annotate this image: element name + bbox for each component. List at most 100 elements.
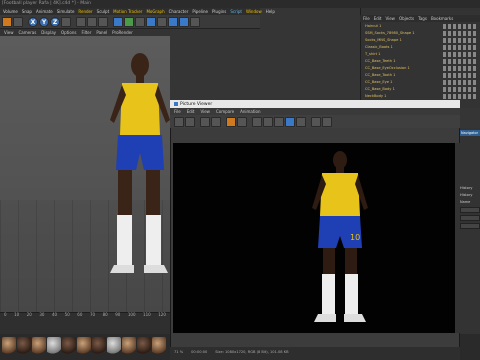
object-menu-file[interactable]: File [363,16,370,21]
menu-render[interactable]: Render [78,9,92,14]
object-row[interactable]: T_shirt 1 [365,52,480,57]
menu-simulate[interactable]: Simulate [57,9,75,14]
menu-mograph[interactable]: MoGraph [146,9,164,14]
object-tags[interactable] [443,59,478,64]
object-menu-tags[interactable]: Tags [418,16,427,21]
light-icon[interactable] [190,16,200,27]
object-row[interactable]: CC_Base_EyeOcclusion 1 [365,66,480,71]
viewport-menu-options[interactable]: Options [61,30,76,35]
menu-pipeline[interactable]: Pipeline [192,9,208,14]
object-menu-bookmarks[interactable]: Bookmarks [431,16,453,21]
move-tool-icon[interactable] [2,16,12,27]
viewport-menu-cameras[interactable]: Cameras [19,30,37,35]
render-settings-icon[interactable] [98,16,108,27]
menu-sculpt[interactable]: Sculpt [97,9,110,14]
stop-render-icon[interactable] [237,116,247,127]
render-icon[interactable] [226,116,236,127]
history-item[interactable] [460,215,480,221]
compare-b-icon[interactable] [296,116,306,127]
nurbs-icon[interactable] [135,16,145,27]
material-swatch[interactable] [107,337,121,355]
material-swatch[interactable] [137,337,151,355]
render-view-icon[interactable] [76,16,86,27]
object-tags[interactable] [443,87,478,92]
object-tags[interactable] [443,80,478,85]
object-tags[interactable] [443,45,478,50]
object-row[interactable]: SSM_Socks_78980_Shape 1 [365,31,480,36]
zoom-out-icon[interactable] [211,116,221,127]
object-menu-edit[interactable]: Edit [374,16,382,21]
viewer-menu-edit[interactable]: Edit [187,109,195,114]
material-swatch[interactable] [47,337,61,355]
object-tags[interactable] [443,73,478,78]
deformer-icon[interactable] [157,16,167,27]
viewer-menu-animation[interactable]: Animation [240,109,260,114]
object-row[interactable]: Haircut 1 [365,24,480,29]
object-row[interactable]: CC_Base_Teeth 1 [365,59,480,64]
y-axis-lock-icon[interactable]: Y [39,16,49,27]
material-swatch[interactable] [92,337,106,355]
viewport-player-model[interactable] [100,45,180,295]
viewer-menu-compare[interactable]: Compare [216,109,234,114]
filter-icon[interactable] [322,116,332,127]
object-row[interactable]: CC_Base_Eye 1 [365,80,480,85]
object-row[interactable]: Classic_Boots 1 [365,45,480,50]
z-axis-lock-icon[interactable]: Z [50,16,60,27]
menu-motion-tracker[interactable]: Motion Tracker [113,9,142,14]
material-swatch[interactable] [32,337,46,355]
timeline-ruler[interactable]: 0 10 20 30 40 50 60 70 80 90 100 110 120 [0,312,170,318]
x-axis-lock-icon[interactable]: X [28,16,38,27]
object-menu-objects[interactable]: Objects [399,16,414,21]
material-swatch[interactable] [77,337,91,355]
viewport-menu-display[interactable]: Display [41,30,56,35]
object-tags[interactable] [443,38,478,43]
viewport-menu-prorender[interactable]: ProRender [112,30,133,35]
viewport-menu-view[interactable]: View [4,30,14,35]
navigator-tab[interactable]: Navigator [460,130,480,136]
object-tags[interactable] [443,94,478,99]
compare-a-icon[interactable] [285,116,295,127]
object-row[interactable]: CC_Base_Tooth 1 [365,73,480,78]
scale-tool-icon[interactable] [13,16,23,27]
material-swatch[interactable] [17,337,31,355]
array-icon[interactable] [146,16,156,27]
object-tags[interactable] [443,24,478,29]
viewer-menu-file[interactable]: File [174,109,181,114]
material-swatch[interactable] [152,337,166,355]
render-picture-viewer-icon[interactable] [87,16,97,27]
floor-icon[interactable] [168,16,178,27]
open-icon[interactable] [174,116,184,127]
menu-plugins[interactable]: Plugins [212,9,226,14]
object-tags[interactable] [443,66,478,71]
channel-icon[interactable] [252,116,262,127]
menu-help[interactable]: Help [266,9,275,14]
menu-snap[interactable]: Snap [22,9,32,14]
zoom-in-icon[interactable] [200,116,210,127]
material-swatch[interactable] [122,337,136,355]
object-row[interactable]: Socks_MNS_Shape 1 [365,38,480,43]
object-row[interactable]: NeckBody 1 [365,94,480,99]
viewport-menu-filter[interactable]: Filter [81,30,91,35]
object-tags[interactable] [443,31,478,36]
viewport-menu-panel[interactable]: Panel [96,30,107,35]
menu-volume[interactable]: Volume [3,9,18,14]
picture-viewer-scrollbar[interactable] [455,143,460,333]
history-item[interactable] [460,207,480,213]
filter-icon[interactable] [311,116,321,127]
material-swatch[interactable] [2,337,16,355]
cube-icon[interactable] [113,16,123,27]
material-swatch[interactable] [62,337,76,355]
object-tags[interactable] [443,52,478,57]
object-row[interactable]: CC_Base_Body 1 [365,87,480,92]
channel-icon[interactable] [263,116,273,127]
history-item[interactable] [460,223,480,229]
world-coords-icon[interactable] [61,16,71,27]
channel-icon[interactable] [274,116,284,127]
menu-script[interactable]: Script [230,9,242,14]
picture-viewer-titlebar[interactable]: Picture Viewer [170,100,460,108]
camera-icon[interactable] [179,16,189,27]
spline-icon[interactable] [124,16,134,27]
menu-character[interactable]: Character [169,9,189,14]
menu-animate[interactable]: Animate [36,9,53,14]
menu-window[interactable]: Window [246,9,262,14]
